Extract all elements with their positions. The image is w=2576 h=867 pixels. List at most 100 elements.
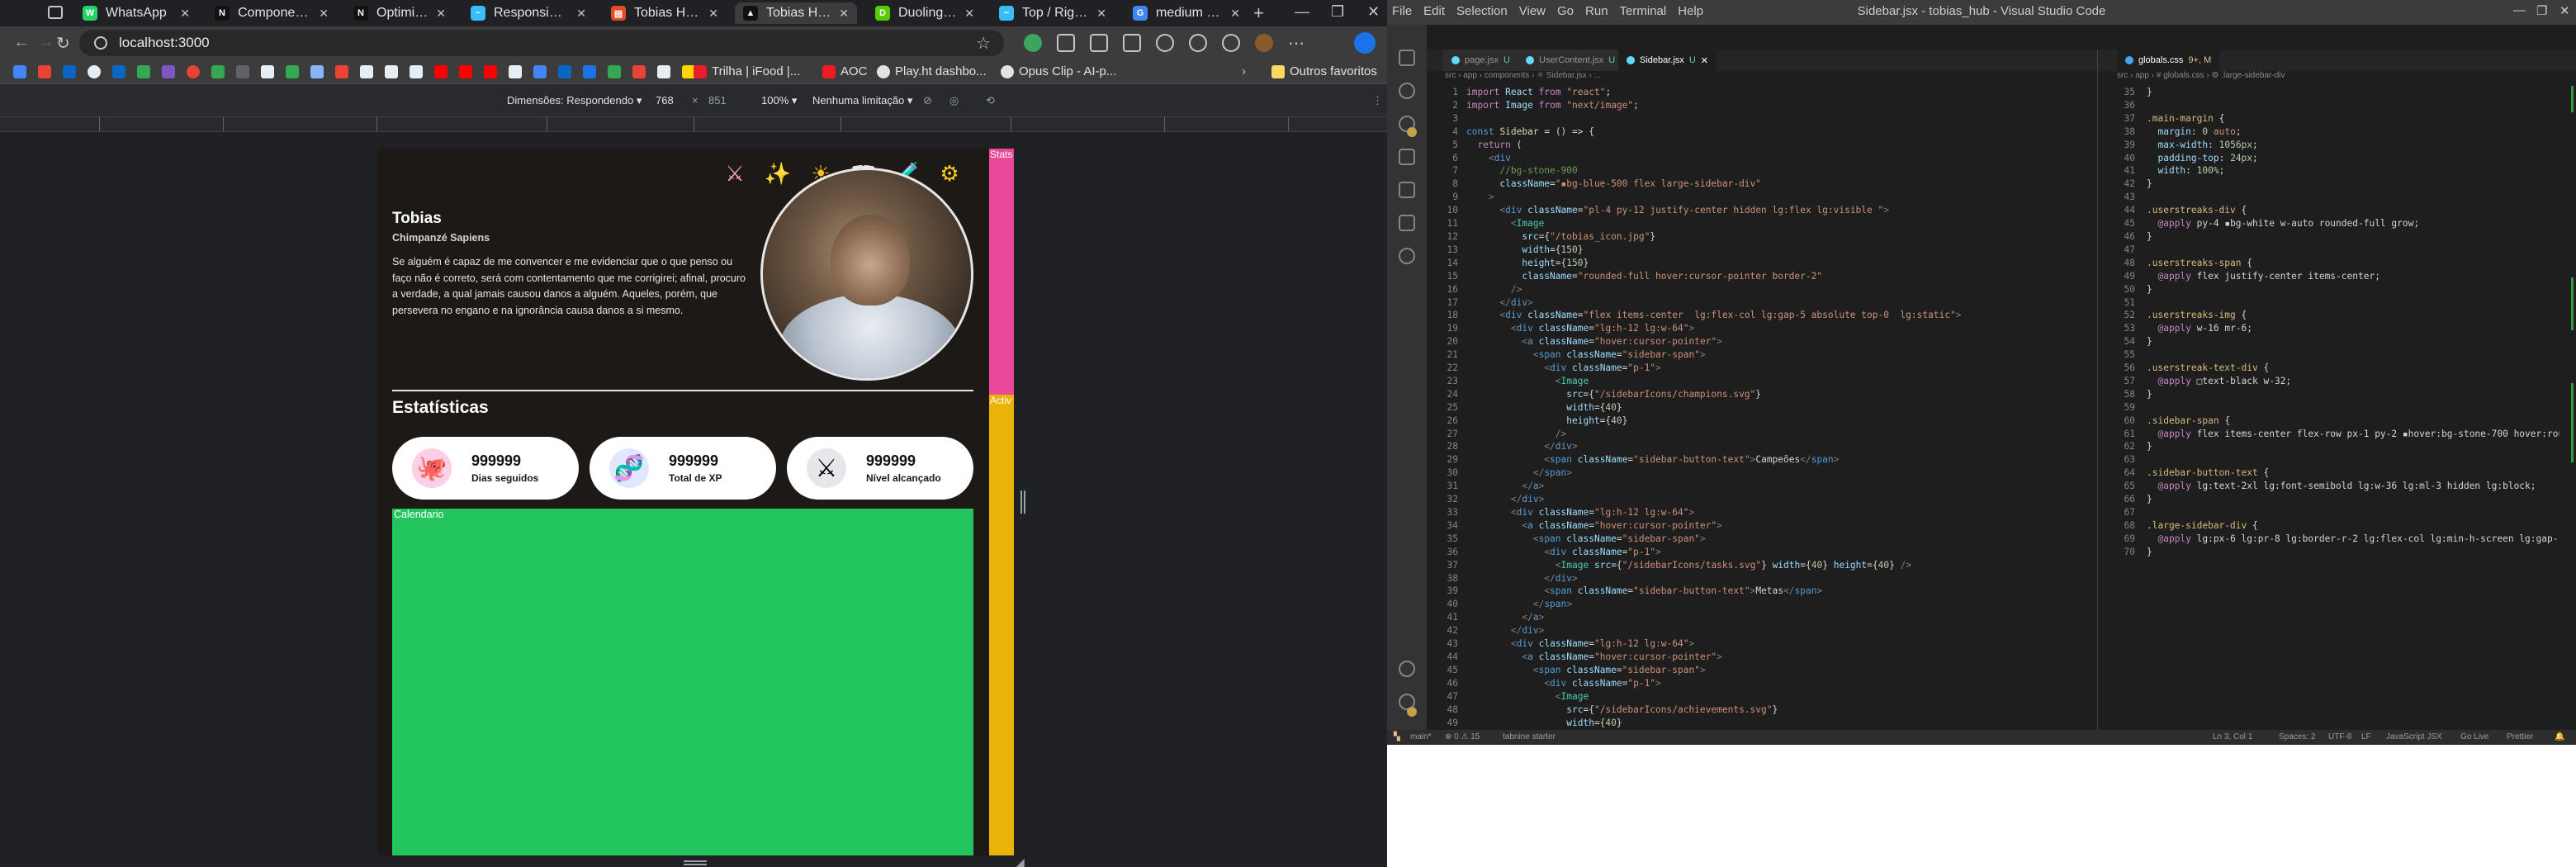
bookmark-icon[interactable]: [657, 65, 670, 78]
width-resize-handle[interactable]: [1020, 490, 1025, 514]
tab-close-icon[interactable]: ✕: [180, 7, 190, 21]
extensions-icon[interactable]: [1399, 182, 1415, 198]
minimize-icon[interactable]: —: [1295, 3, 1309, 21]
download-icon[interactable]: [1189, 34, 1207, 52]
bookmark-star-icon[interactable]: ☆: [976, 33, 991, 54]
browser-tab[interactable]: ▲ Tobias Hub ✕: [735, 2, 857, 24]
account-icon[interactable]: [1399, 661, 1415, 677]
no-touch-icon[interactable]: ⊘: [923, 94, 932, 107]
bookmark-icon[interactable]: [583, 65, 596, 78]
profile-avatar[interactable]: [1255, 34, 1273, 52]
close-window-icon[interactable]: ✕: [2559, 3, 2570, 18]
height-resize-handle[interactable]: [684, 860, 707, 865]
bookmark-icon[interactable]: [162, 65, 175, 78]
encoding[interactable]: UTF-8: [2328, 732, 2351, 741]
tab-close-icon[interactable]: ✕: [839, 7, 849, 21]
zoom-select[interactable]: 100% ▾: [761, 94, 797, 107]
bookmark-icon[interactable]: [187, 65, 200, 78]
tab-globals-css[interactable]: globals.css 9+, M: [2117, 50, 2221, 71]
bookmark-icon[interactable]: [509, 65, 522, 78]
maximize-icon[interactable]: ❐: [1331, 3, 1344, 21]
browser-tab[interactable]: ▤ Tobias HUB ✕: [603, 2, 727, 24]
achievement-sparkle-icon[interactable]: ✨: [761, 157, 794, 190]
bookmark-aoc[interactable]: AOC: [822, 64, 868, 78]
bookmark-opusclip[interactable]: Opus Clip - AI-p...: [1001, 64, 1116, 78]
browser-tab[interactable]: ~ Responsive De ✕: [462, 2, 594, 24]
tabnine-icon[interactable]: [1399, 248, 1415, 264]
bookmark-trilha[interactable]: Trilha | iFood |...: [694, 64, 800, 78]
tab-close-icon[interactable]: ✕: [1096, 7, 1106, 21]
menu-dots-icon[interactable]: ⋯: [1288, 33, 1305, 54]
maximize-icon[interactable]: ❐: [2536, 3, 2547, 18]
achievement-gear-icon[interactable]: ⚙: [933, 157, 966, 190]
bookmark-icon[interactable]: [632, 65, 646, 78]
problems-indicator[interactable]: ⊗ 0 ⚠ 15: [1445, 732, 1480, 741]
tab-close-icon[interactable]: ✕: [1701, 55, 1708, 66]
tab-usercontent-jsx[interactable]: UserContent.jsx U: [1518, 50, 1625, 71]
bookmark-icon[interactable]: [236, 65, 249, 78]
tab-close-icon[interactable]: ✕: [1230, 7, 1240, 21]
prettier-status[interactable]: Prettier: [2507, 732, 2533, 741]
tab-close-icon[interactable]: ✕: [708, 7, 718, 21]
indentation[interactable]: Spaces: 2: [2279, 732, 2315, 741]
browser-tab[interactable]: ~ Top / Right / B ✕: [991, 2, 1115, 24]
tab-search-icon[interactable]: [48, 6, 63, 19]
branch-indicator[interactable]: main*: [1410, 732, 1432, 741]
bookmark-icon[interactable]: [310, 65, 324, 78]
bing-icon[interactable]: [1354, 32, 1376, 54]
achievement-sword-icon[interactable]: ⚔: [718, 157, 751, 190]
browser-tab[interactable]: D Duolingo - A m ✕: [867, 2, 983, 24]
throttle-select[interactable]: Nenhuma limitação ▾: [812, 94, 912, 107]
other-bookmarks-folder[interactable]: Outros favoritos: [1271, 64, 1377, 78]
tab-sidebar-jsx[interactable]: Sidebar.jsx U ✕: [1618, 50, 1717, 71]
tab-close-icon[interactable]: ✕: [319, 7, 329, 21]
tab-close-icon[interactable]: ✕: [576, 7, 586, 21]
browser-tab[interactable]: N Components ✕: [206, 2, 337, 24]
right-breadcrumb[interactable]: src › app › # globals.css › ⚙ .large-sid…: [2117, 71, 2285, 84]
youtube-icon[interactable]: [434, 65, 447, 78]
viewport-width-input[interactable]: 768: [656, 94, 674, 107]
back-icon[interactable]: ←: [13, 33, 30, 52]
bookmark-icon[interactable]: [335, 65, 348, 78]
run-debug-icon[interactable]: [1399, 149, 1415, 165]
linkedin-icon[interactable]: [558, 65, 571, 78]
viewport-height-input[interactable]: 851: [708, 94, 727, 107]
globals-css-code[interactable]: } .main-margin { margin: 0 auto; max-wid…: [2147, 86, 2559, 559]
address-bar[interactable]: localhost:3000 ☆: [79, 30, 1004, 56]
puzzle-icon[interactable]: [1156, 34, 1174, 52]
extension-icon[interactable]: [1123, 34, 1141, 52]
bookmark-playht[interactable]: Play.ht dashbo...: [877, 64, 987, 78]
bookmark-icon[interactable]: [286, 65, 299, 78]
extension-icon[interactable]: [1024, 34, 1042, 52]
bookmark-icon[interactable]: [360, 65, 373, 78]
bookmark-icon[interactable]: [38, 65, 51, 78]
notifications-bell-icon[interactable]: 🔔: [2555, 732, 2564, 741]
reload-icon[interactable]: ↻: [56, 33, 70, 54]
language-mode[interactable]: JavaScript JSX: [2386, 732, 2442, 741]
go-live-button[interactable]: Go Live: [2460, 732, 2488, 741]
extension-icon[interactable]: [1222, 34, 1240, 52]
linkedin-icon[interactable]: [112, 65, 125, 78]
bookmark-icon[interactable]: [13, 65, 26, 78]
search-icon[interactable]: [1399, 83, 1415, 99]
more-bookmarks-icon[interactable]: ›: [1242, 64, 1246, 78]
tab-close-icon[interactable]: ✕: [436, 7, 446, 21]
extension-icon[interactable]: [1057, 34, 1075, 52]
sidebar-icon[interactable]: [1090, 34, 1108, 52]
bookmark-icon[interactable]: [137, 65, 150, 78]
new-tab-icon[interactable]: +: [1253, 2, 1264, 24]
forward-icon[interactable]: →: [38, 33, 54, 52]
editor-split-divider[interactable]: [2097, 50, 2098, 730]
site-info-icon[interactable]: [94, 36, 107, 50]
remote-explorer-icon[interactable]: [1399, 215, 1415, 231]
minimize-icon[interactable]: —: [2513, 3, 2526, 17]
youtube-icon[interactable]: [484, 65, 497, 78]
linkedin-icon[interactable]: [63, 65, 76, 78]
youtube-icon[interactable]: [459, 65, 472, 78]
end-of-line[interactable]: LF: [2361, 732, 2371, 741]
bookmark-icon[interactable]: [533, 65, 547, 78]
tab-page-jsx[interactable]: page.jsx U: [1443, 50, 1519, 71]
github-icon[interactable]: [88, 65, 101, 78]
profile-avatar[interactable]: [760, 168, 973, 381]
browser-tab[interactable]: N Optimizing: Im ✕: [345, 2, 454, 24]
